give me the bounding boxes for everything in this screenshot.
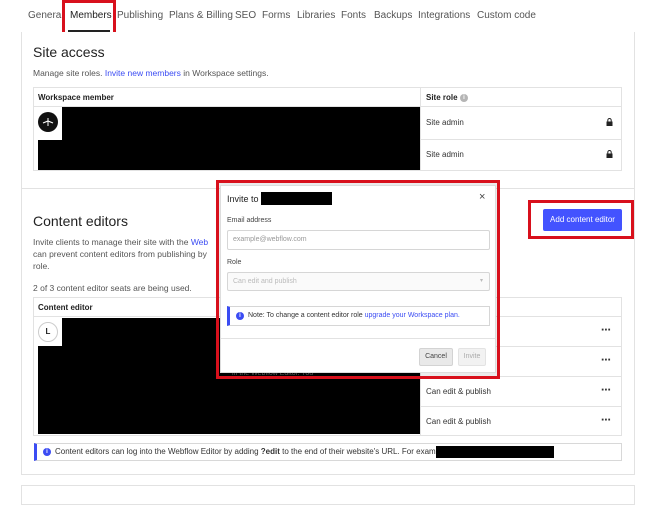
more-options-icon[interactable]: ⋯	[601, 355, 612, 366]
content-editors-description-line1: Invite clients to manage their site with…	[33, 236, 208, 248]
info-icon[interactable]: i	[460, 94, 468, 102]
redacted-member-info	[38, 140, 420, 170]
tab-custom-code[interactable]: Custom code	[477, 10, 536, 21]
content-editors-desc-text: Invite clients to manage their site with…	[33, 237, 191, 247]
info-banner-text: Content editors can log into the Webflow…	[55, 447, 449, 456]
lock-icon	[606, 118, 613, 126]
tab-backups[interactable]: Backups	[374, 10, 412, 21]
highlight-add-button	[528, 200, 634, 239]
avatar: L	[38, 322, 58, 342]
avatar-logo-icon	[39, 113, 57, 131]
tab-libraries[interactable]: Libraries	[297, 10, 335, 21]
lock-icon	[606, 150, 613, 158]
info-icon: i	[43, 448, 51, 456]
highlight-invite-modal	[216, 180, 500, 379]
next-panel	[21, 485, 635, 505]
info-text-prefix: Content editors can log into the Webflow…	[55, 447, 261, 456]
table-divider	[420, 87, 421, 171]
tab-general[interactable]: General	[28, 10, 64, 21]
more-options-icon[interactable]: ⋯	[601, 325, 612, 336]
editor-role-value: Can edit & publish	[426, 387, 491, 396]
info-text-suffix: to the end of their website's URL. For e…	[279, 447, 449, 456]
col-header-workspace-member: Workspace member	[38, 93, 114, 102]
col-header-site-role: Site role	[426, 93, 458, 102]
col-header-content-editor: Content editor	[38, 303, 93, 312]
tab-publishing[interactable]: Publishing	[117, 10, 163, 21]
table-divider	[420, 139, 622, 140]
editor-role-value: Can edit & publish	[426, 417, 491, 426]
site-role-value: Site admin	[426, 150, 464, 159]
tab-forms[interactable]: Forms	[262, 10, 290, 21]
content-editors-description-line3: role.	[33, 261, 50, 271]
more-options-icon[interactable]: ⋯	[601, 415, 612, 426]
site-access-title: Site access	[33, 44, 105, 60]
seats-usage-text: 2 of 3 content editor seats are being us…	[33, 283, 192, 293]
redacted-example-url	[436, 446, 554, 458]
table-divider	[420, 406, 622, 407]
content-editors-description-line2: can prevent content editors from publish…	[33, 249, 207, 259]
site-role-value: Site admin	[426, 118, 464, 127]
info-text-bold: ?edit	[260, 447, 280, 456]
avatar	[38, 112, 58, 132]
more-options-icon[interactable]: ⋯	[601, 385, 612, 396]
site-access-desc-suffix: in Workspace settings.	[180, 68, 269, 78]
site-access-description: Manage site roles. Invite new members in…	[33, 67, 269, 79]
invite-members-link[interactable]: Invite new members	[105, 68, 181, 78]
tab-plans-billing[interactable]: Plans & Billing	[169, 10, 233, 21]
tab-integrations[interactable]: Integrations	[418, 10, 470, 21]
webflow-editor-link[interactable]: Web	[191, 237, 208, 247]
content-editors-title: Content editors	[33, 213, 128, 229]
site-access-desc-text: Manage site roles.	[33, 68, 105, 78]
tab-seo[interactable]: SEO	[235, 10, 256, 21]
redacted-member-info	[62, 107, 420, 140]
tab-fonts[interactable]: Fonts	[341, 10, 366, 21]
